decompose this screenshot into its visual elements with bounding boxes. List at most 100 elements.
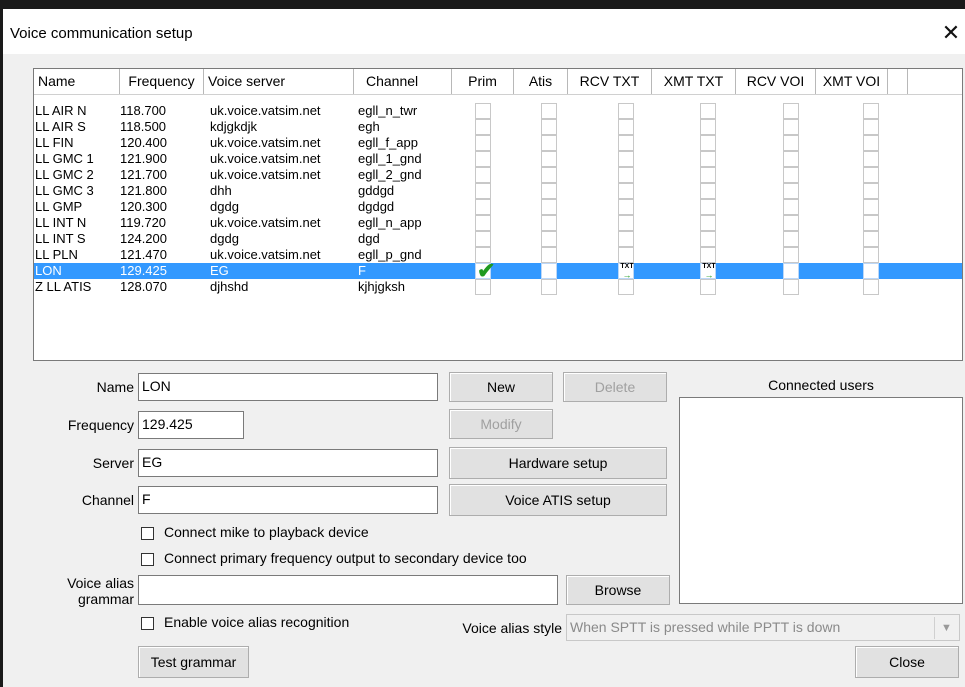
rcv-voi-checkbox[interactable] bbox=[783, 231, 799, 247]
prim-checkbox[interactable] bbox=[475, 135, 491, 151]
close-button[interactable]: Close bbox=[855, 646, 959, 678]
atis-checkbox[interactable] bbox=[541, 167, 557, 183]
rcv-voi-checkbox[interactable] bbox=[783, 167, 799, 183]
atis-checkbox[interactable] bbox=[541, 279, 557, 295]
rcv-voi-checkbox[interactable] bbox=[783, 263, 799, 279]
rcv-voi-checkbox[interactable] bbox=[783, 247, 799, 263]
prim-checkbox[interactable] bbox=[475, 231, 491, 247]
xmt-txt-checkbox[interactable] bbox=[700, 167, 716, 183]
test-grammar-button[interactable]: Test grammar bbox=[138, 646, 249, 678]
column-header-voice-server[interactable]: Voice server bbox=[204, 69, 354, 94]
connect-mike-checkbox[interactable] bbox=[141, 527, 154, 540]
rcv-txt-checkbox[interactable] bbox=[618, 215, 634, 231]
name-input[interactable]: LON bbox=[138, 373, 438, 401]
voice-atis-setup-button[interactable]: Voice ATIS setup bbox=[449, 484, 667, 516]
xmt-voi-checkbox[interactable] bbox=[863, 231, 879, 247]
atis-checkbox[interactable] bbox=[541, 135, 557, 151]
list-row[interactable]: LL PLN 121.470 uk.voice.vatsim.net egll_p_g… bbox=[34, 247, 962, 263]
rcv-txt-checkbox[interactable] bbox=[618, 183, 634, 199]
server-input[interactable]: EG bbox=[138, 449, 438, 477]
xmt-voi-checkbox[interactable] bbox=[863, 135, 879, 151]
close-icon[interactable]: ✕ bbox=[938, 18, 964, 48]
xmt-txt-checkbox[interactable]: TXT → bbox=[700, 263, 716, 280]
rcv-voi-checkbox[interactable] bbox=[783, 183, 799, 199]
rcv-txt-checkbox[interactable] bbox=[618, 119, 634, 135]
prim-checkbox[interactable]: ✔ bbox=[475, 260, 495, 282]
rcv-txt-checkbox[interactable] bbox=[618, 135, 634, 151]
list-row[interactable]: LON 129.425 EG F ✔ TXT → TXT → bbox=[34, 260, 962, 282]
alias-style-select[interactable]: When SPTT is pressed while PPTT is down bbox=[566, 614, 960, 641]
xmt-voi-checkbox[interactable] bbox=[863, 151, 879, 167]
column-header-xmt-txt[interactable]: XMT TXT bbox=[652, 69, 736, 94]
list-row[interactable]: LL AIR N 118.700 uk.voice.vatsim.net egll_n… bbox=[34, 103, 962, 119]
column-header-channel[interactable]: Channel bbox=[354, 69, 452, 94]
column-header-xmt-voi[interactable]: XMT VOI bbox=[816, 69, 888, 94]
atis-checkbox[interactable] bbox=[541, 215, 557, 231]
column-header-name[interactable]: Name bbox=[34, 69, 120, 94]
new-button[interactable]: New bbox=[449, 372, 553, 402]
delete-button[interactable]: Delete bbox=[563, 372, 667, 402]
rcv-txt-checkbox[interactable] bbox=[618, 279, 634, 295]
column-header-prim[interactable]: Prim bbox=[452, 69, 514, 94]
list-row[interactable]: LL GMC 3 121.800 dhh gddgd bbox=[34, 183, 962, 199]
chevron-down-icon[interactable]: ▼ bbox=[934, 617, 958, 639]
xmt-voi-checkbox[interactable] bbox=[863, 215, 879, 231]
xmt-txt-checkbox[interactable] bbox=[700, 119, 716, 135]
rcv-voi-checkbox[interactable] bbox=[783, 215, 799, 231]
prim-checkbox[interactable] bbox=[475, 215, 491, 231]
xmt-txt-checkbox[interactable] bbox=[700, 151, 716, 167]
prim-checkbox[interactable] bbox=[475, 279, 491, 295]
connect-primary-checkbox[interactable] bbox=[141, 553, 154, 566]
frequency-list[interactable]: Name Frequency Voice server Channel Prim… bbox=[33, 68, 963, 361]
xmt-txt-checkbox[interactable] bbox=[700, 279, 716, 295]
prim-checkbox[interactable] bbox=[475, 151, 491, 167]
rcv-voi-checkbox[interactable] bbox=[783, 151, 799, 167]
voice-alias-grammar-input[interactable] bbox=[138, 575, 558, 605]
prim-checkbox[interactable] bbox=[475, 199, 491, 215]
list-row[interactable]: LL INT N 119.720 uk.voice.vatsim.net egll_n… bbox=[34, 215, 962, 231]
xmt-txt-checkbox[interactable] bbox=[700, 103, 716, 119]
frequency-input[interactable]: 129.425 bbox=[138, 411, 244, 439]
atis-checkbox[interactable] bbox=[541, 151, 557, 167]
xmt-voi-checkbox[interactable] bbox=[863, 279, 879, 295]
xmt-txt-checkbox[interactable] bbox=[700, 199, 716, 215]
prim-checkbox[interactable] bbox=[475, 103, 491, 119]
rcv-voi-checkbox[interactable] bbox=[783, 279, 799, 295]
list-row[interactable]: Z LL ATIS 128.070 djhshd kjhjgksh bbox=[34, 279, 962, 295]
modify-button[interactable]: Modify bbox=[449, 409, 553, 439]
atis-checkbox[interactable] bbox=[541, 199, 557, 215]
atis-checkbox[interactable] bbox=[541, 247, 557, 263]
column-header-frequency[interactable]: Frequency bbox=[120, 69, 204, 94]
atis-checkbox[interactable] bbox=[541, 231, 557, 247]
xmt-voi-checkbox[interactable] bbox=[863, 167, 879, 183]
list-row[interactable]: LL AIR S 118.500 kdjgkdjk egh bbox=[34, 119, 962, 135]
rcv-voi-checkbox[interactable] bbox=[783, 119, 799, 135]
xmt-voi-checkbox[interactable] bbox=[863, 247, 879, 263]
list-row[interactable]: LL INT S 124.200 dgdg dgd bbox=[34, 231, 962, 247]
enable-alias-checkbox[interactable] bbox=[141, 617, 154, 630]
rcv-txt-checkbox[interactable] bbox=[618, 231, 634, 247]
rcv-txt-checkbox[interactable] bbox=[618, 103, 634, 119]
hardware-setup-button[interactable]: Hardware setup bbox=[449, 447, 667, 479]
atis-checkbox[interactable] bbox=[541, 183, 557, 199]
connected-users-list[interactable] bbox=[679, 397, 963, 604]
rcv-voi-checkbox[interactable] bbox=[783, 199, 799, 215]
xmt-txt-checkbox[interactable] bbox=[700, 183, 716, 199]
xmt-txt-checkbox[interactable] bbox=[700, 247, 716, 263]
rcv-voi-checkbox[interactable] bbox=[783, 103, 799, 119]
list-row[interactable]: LL FIN 120.400 uk.voice.vatsim.net egll_f_a… bbox=[34, 135, 962, 151]
rcv-voi-checkbox[interactable] bbox=[783, 135, 799, 151]
prim-checkbox[interactable] bbox=[475, 183, 491, 199]
xmt-voi-checkbox[interactable] bbox=[863, 199, 879, 215]
atis-checkbox[interactable] bbox=[541, 119, 557, 135]
xmt-voi-checkbox[interactable] bbox=[863, 183, 879, 199]
atis-checkbox[interactable] bbox=[541, 103, 557, 119]
rcv-txt-checkbox[interactable] bbox=[618, 151, 634, 167]
rcv-txt-checkbox[interactable]: TXT → bbox=[618, 263, 634, 280]
list-row[interactable]: LL GMC 2 121.700 uk.voice.vatsim.net egll_2… bbox=[34, 167, 962, 183]
rcv-txt-checkbox[interactable] bbox=[618, 199, 634, 215]
column-header-atis[interactable]: Atis bbox=[514, 69, 568, 94]
xmt-txt-checkbox[interactable] bbox=[700, 215, 716, 231]
prim-checkbox[interactable] bbox=[475, 167, 491, 183]
prim-checkbox[interactable] bbox=[475, 119, 491, 135]
